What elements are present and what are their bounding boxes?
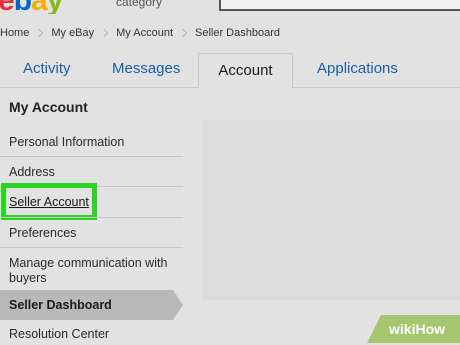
sidebar-item-seller-dashboard[interactable]: Seller Dashboard: [9, 298, 112, 312]
sidebar-item-preferences[interactable]: Preferences: [9, 226, 76, 241]
breadcrumb: Home My eBay My Account Seller Dashboard: [0, 25, 280, 41]
sidebar-item-personal-information[interactable]: Personal Information: [9, 135, 124, 150]
divider: [0, 247, 183, 248]
chevron-right-icon: [35, 28, 44, 38]
wikihow-logo: wikiHow: [367, 315, 460, 343]
breadcrumb-seller-dashboard: Seller Dashboard: [195, 27, 280, 39]
breadcrumb-my-ebay[interactable]: My eBay: [51, 27, 94, 39]
breadcrumb-home[interactable]: Home: [0, 27, 29, 39]
tab-account[interactable]: Account: [198, 53, 293, 88]
sidebar-item-seller-account[interactable]: Seller Account: [9, 195, 89, 210]
tab-messages[interactable]: Messages: [112, 60, 180, 77]
tab-applications[interactable]: Applications: [317, 60, 398, 77]
sidebar-title: My Account: [9, 99, 88, 115]
tab-activity[interactable]: Activity: [23, 60, 71, 77]
category-label: category: [116, 0, 163, 9]
divider: [0, 217, 183, 218]
ebay-logo[interactable]: ebay: [0, 0, 63, 14]
chevron-right-icon: [178, 28, 188, 38]
svg-text:wikiHow: wikiHow: [388, 321, 445, 337]
sidebar-item-address[interactable]: Address: [9, 165, 55, 180]
wikihow-watermark: wikiHow: [367, 313, 460, 343]
search-input[interactable]: [219, 0, 460, 11]
sidebar-item-manage-communication[interactable]: Manage communication with buyers: [9, 256, 179, 286]
sidebar-item-resolution-center[interactable]: Resolution Center: [9, 327, 109, 342]
chevron-right-icon: [99, 28, 109, 38]
top-bar: ebay category: [0, 0, 460, 14]
divider: [0, 156, 183, 157]
selected-arrow: [173, 290, 183, 320]
breadcrumb-my-account[interactable]: My Account: [116, 27, 173, 39]
main-content-panel: [202, 120, 460, 300]
